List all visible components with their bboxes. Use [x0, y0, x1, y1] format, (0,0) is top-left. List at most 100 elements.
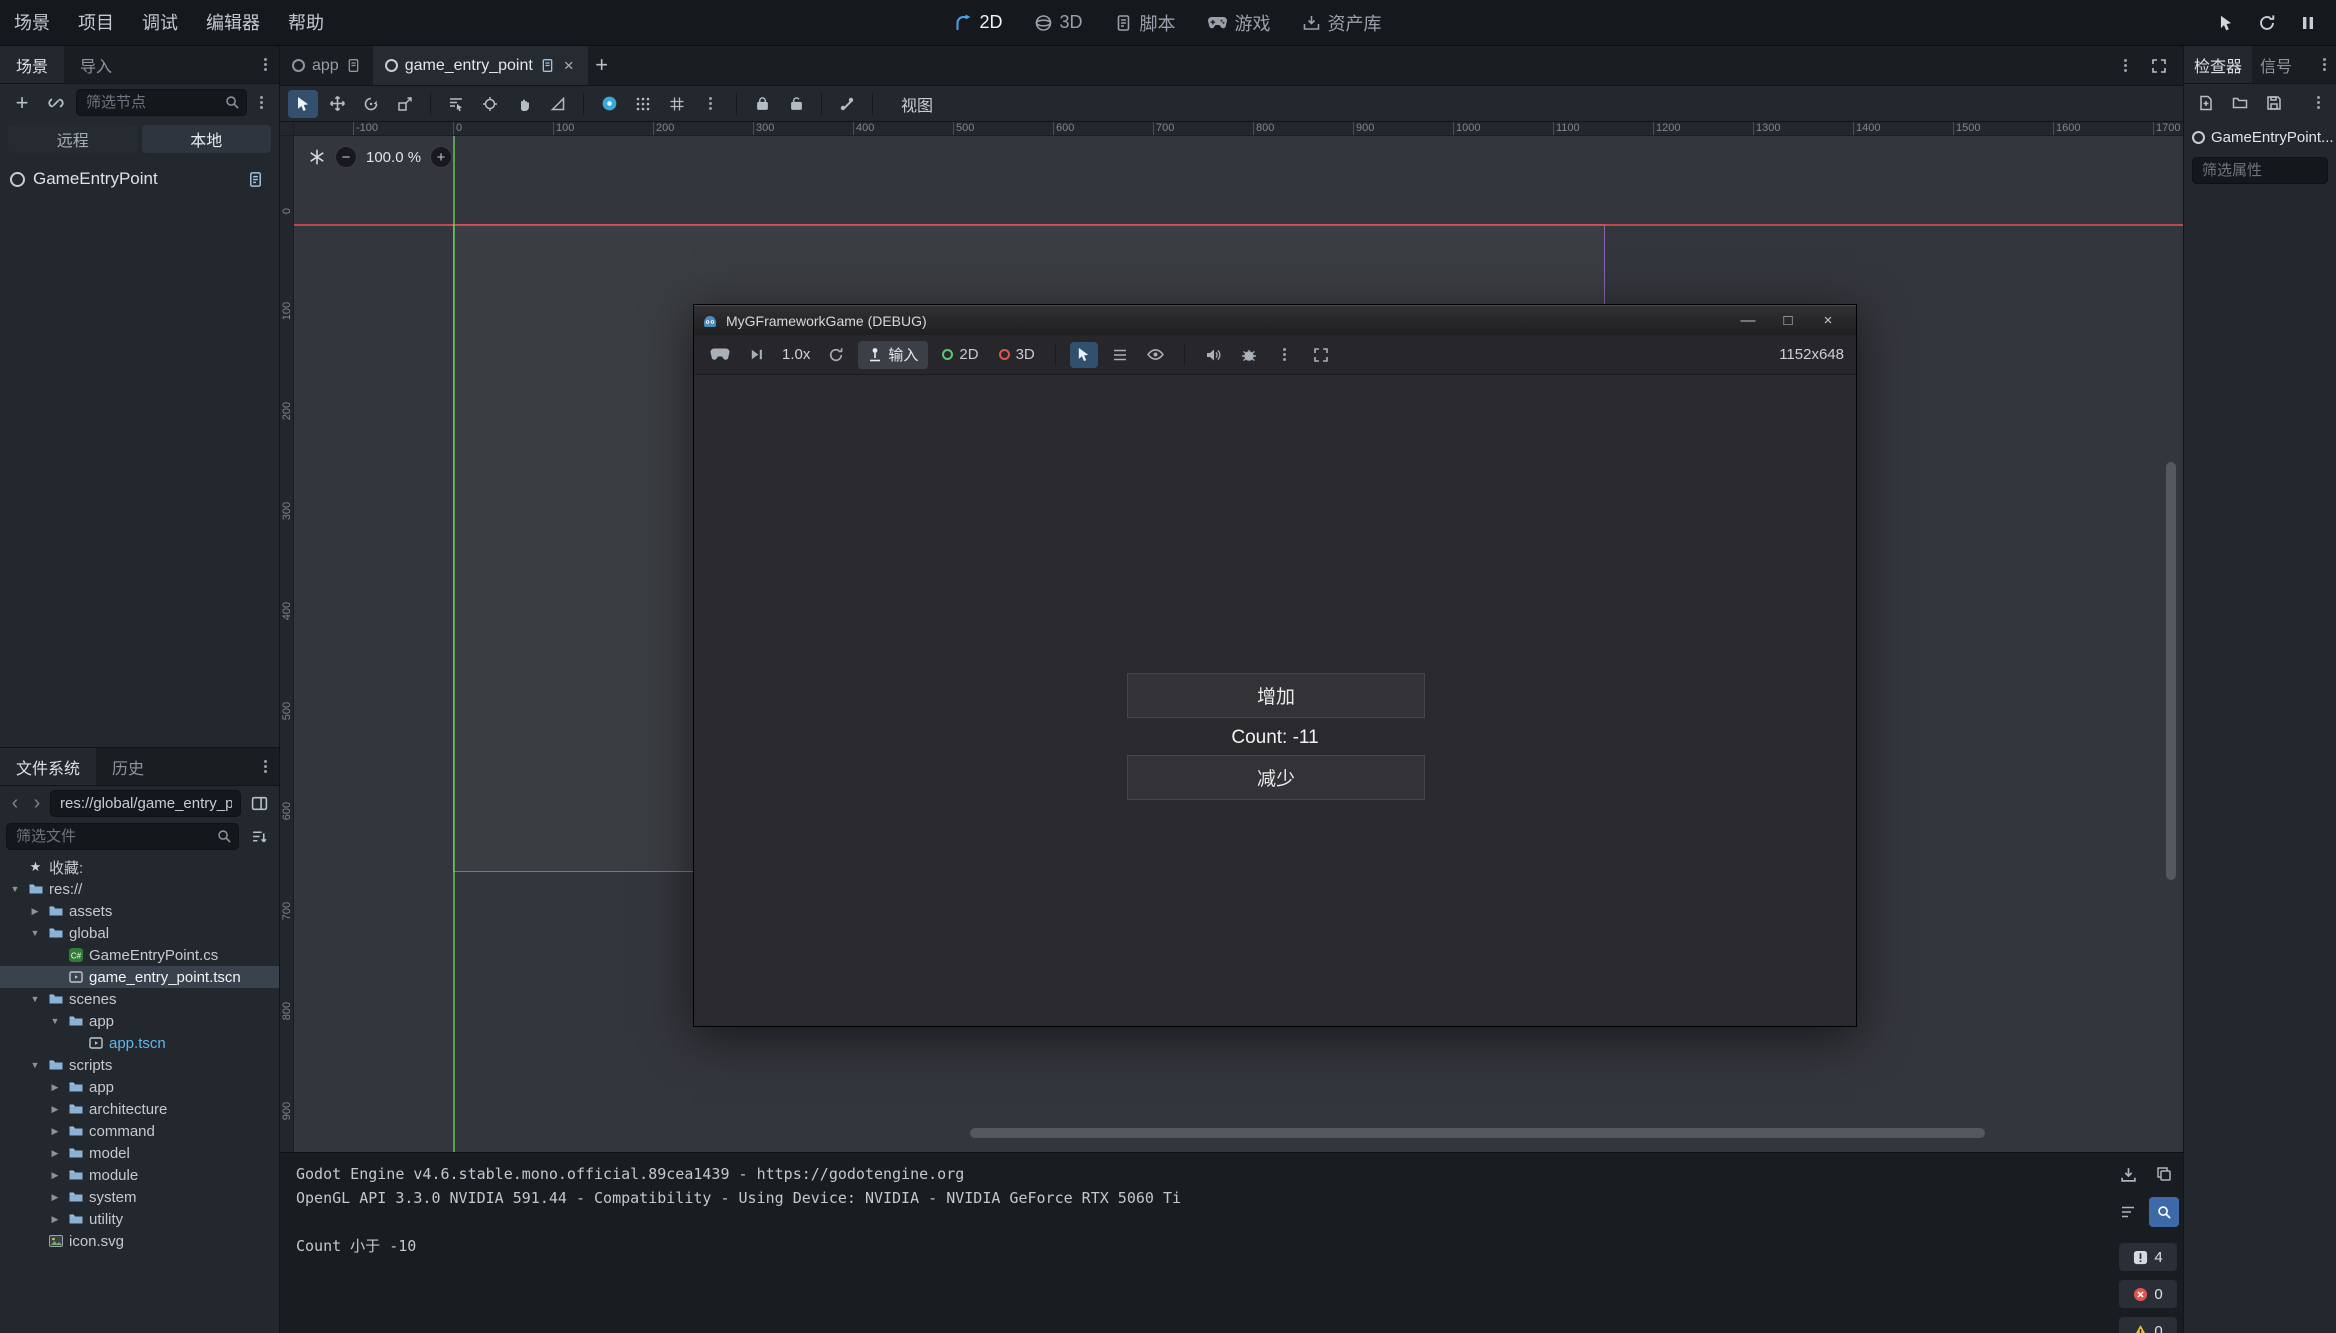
collapse-arrow-icon[interactable]: ▼ [28, 994, 42, 1004]
expand-viewport-icon[interactable] [2145, 52, 2173, 80]
scene-filter-input[interactable] [77, 94, 246, 111]
fs-item-app[interactable]: ▼app [0, 1010, 279, 1032]
fs-item-app.tscn[interactable]: app.tscn [0, 1032, 279, 1054]
tab-filesystem[interactable]: 文件系统 [0, 748, 96, 785]
grid-snap-icon[interactable] [628, 90, 658, 118]
mode-2d-button[interactable]: 2D [936, 346, 984, 363]
select-tool-icon[interactable] [288, 90, 318, 118]
zoom-level-label[interactable]: 100.0 % [366, 149, 421, 166]
canvas-vertical-scrollbar[interactable] [2166, 462, 2176, 880]
embed-fullscreen-icon[interactable] [1307, 342, 1335, 368]
fs-item-scenes[interactable]: ▼scenes [0, 988, 279, 1010]
fs-item----[interactable]: ★收藏: [0, 856, 279, 878]
restart-icon[interactable] [2253, 9, 2281, 37]
zoom-in-button[interactable]: + [430, 146, 452, 168]
expand-arrow-icon[interactable]: ▶ [48, 1192, 62, 1203]
menu-scene[interactable]: 场景 [0, 0, 64, 46]
expand-arrow-icon[interactable]: ▶ [48, 1170, 62, 1181]
grid-icon[interactable] [662, 90, 692, 118]
workspace-assetlib[interactable]: 资产库 [1291, 5, 1394, 41]
forward-button[interactable]: › [28, 792, 46, 815]
pause-icon[interactable] [2294, 9, 2322, 37]
filesystem-menu-kebab-icon[interactable] [257, 758, 275, 776]
fs-item-app[interactable]: ▶app [0, 1076, 279, 1098]
path-input[interactable] [51, 795, 240, 812]
fs-item-module[interactable]: ▶module [0, 1164, 279, 1186]
fs-item-scripts[interactable]: ▼scripts [0, 1054, 279, 1076]
pan-tool-icon[interactable] [509, 90, 539, 118]
expand-arrow-icon[interactable]: ▶ [48, 1104, 62, 1115]
workspace-game[interactable]: 游戏 [1196, 5, 1283, 41]
menu-editor[interactable]: 编辑器 [192, 0, 274, 46]
reset-speed-icon[interactable] [822, 342, 850, 368]
expand-arrow-icon[interactable]: ▶ [48, 1148, 62, 1159]
snap-options-kebab-icon[interactable] [696, 90, 726, 118]
new-scene-tab-button[interactable]: + [588, 51, 616, 79]
collapse-arrow-icon[interactable]: ▼ [28, 928, 42, 938]
property-filter-input[interactable] [2193, 162, 2327, 179]
sort-files-icon[interactable] [245, 822, 273, 850]
workspace-3d[interactable]: 3D [1023, 7, 1095, 38]
joypad-icon[interactable] [706, 342, 734, 368]
fs-item-assets[interactable]: ▶assets [0, 900, 279, 922]
collapse-arrow-icon[interactable]: ▼ [48, 1016, 62, 1026]
log-filter-list-icon[interactable] [2113, 1197, 2143, 1227]
load-resource-folder-icon[interactable] [2226, 89, 2254, 117]
skeleton-bone-icon[interactable] [832, 90, 862, 118]
remote-button[interactable]: 远程 [8, 125, 138, 153]
smart-snap-icon[interactable] [594, 90, 624, 118]
attached-script-icon[interactable] [241, 165, 269, 193]
workspace-script[interactable]: 脚本 [1103, 5, 1188, 41]
zoom-out-button[interactable]: − [335, 146, 357, 168]
debug-options-kebab-icon[interactable] [1271, 342, 1299, 368]
expand-arrow-icon[interactable]: ▶ [28, 906, 42, 917]
ruler-tool-icon[interactable] [543, 90, 573, 118]
scene-dock-menu-kebab-icon[interactable] [257, 56, 275, 74]
menu-project[interactable]: 项目 [64, 0, 128, 46]
collapse-arrow-icon[interactable]: ▼ [28, 1060, 42, 1070]
local-button[interactable]: 本地 [142, 125, 272, 153]
fs-item-icon.svg[interactable]: icon.svg [0, 1230, 279, 1252]
property-filter-field[interactable] [2192, 157, 2328, 184]
tab-scene[interactable]: 场景 [0, 46, 64, 83]
scene-filter-field[interactable] [76, 89, 247, 116]
fs-item-gameentrypoint.cs[interactable]: C#GameEntryPoint.cs [0, 944, 279, 966]
menu-help[interactable]: 帮助 [274, 0, 338, 46]
fs-item-command[interactable]: ▶command [0, 1120, 279, 1142]
unlock-icon[interactable] [781, 90, 811, 118]
game-window-titlebar[interactable]: MyGFrameworkGame (DEBUG) — □ × [694, 305, 1856, 335]
split-view-icon[interactable] [245, 789, 273, 817]
decrease-button[interactable]: 减少 [1127, 755, 1425, 800]
remote-select-icon[interactable] [2212, 9, 2240, 37]
view-menu-button[interactable]: 视图 [891, 89, 943, 119]
list-select-tool-icon[interactable] [441, 90, 471, 118]
file-filter-field[interactable] [6, 823, 239, 850]
error-count-badge[interactable]: 0 [2119, 1280, 2177, 1308]
pivot-tool-icon[interactable] [475, 90, 505, 118]
expand-arrow-icon[interactable]: ▶ [48, 1214, 62, 1225]
clear-output-icon[interactable] [2113, 1159, 2143, 1189]
debug-select-tool-icon[interactable] [1070, 342, 1098, 368]
add-node-button[interactable]: + [8, 89, 36, 117]
fs-item-game-entry-point.tscn[interactable]: game_entry_point.tscn [0, 966, 279, 988]
mute-audio-icon[interactable] [1199, 342, 1227, 368]
canvas-horizontal-scrollbar[interactable] [970, 1128, 1985, 1138]
debug-message-count-badge[interactable]: 4 [2119, 1243, 2177, 1271]
minimize-button[interactable]: — [1728, 307, 1768, 335]
inspector-extra-kebab-icon[interactable] [2310, 94, 2328, 112]
expand-arrow-icon[interactable]: ▶ [48, 1082, 62, 1093]
input-mode-button[interactable]: 输入 [858, 341, 928, 369]
save-icon[interactable] [2260, 89, 2288, 117]
move-tool-icon[interactable] [322, 90, 352, 118]
scene-tree-root-node[interactable]: GameEntryPoint [0, 163, 279, 195]
inspected-node-row[interactable]: GameEntryPoint... [2184, 121, 2336, 153]
workspace-2d[interactable]: 2D [942, 7, 1014, 38]
tab-signals[interactable]: 信号 [2252, 46, 2300, 83]
close-tab-icon[interactable]: × [562, 56, 576, 76]
back-button[interactable]: ‹ [6, 792, 24, 815]
copy-output-icon[interactable] [2149, 1159, 2179, 1189]
close-button[interactable]: × [1808, 307, 1848, 335]
tab-import[interactable]: 导入 [64, 46, 128, 83]
new-resource-icon[interactable] [2192, 89, 2220, 117]
tab-history[interactable]: 历史 [96, 748, 160, 785]
